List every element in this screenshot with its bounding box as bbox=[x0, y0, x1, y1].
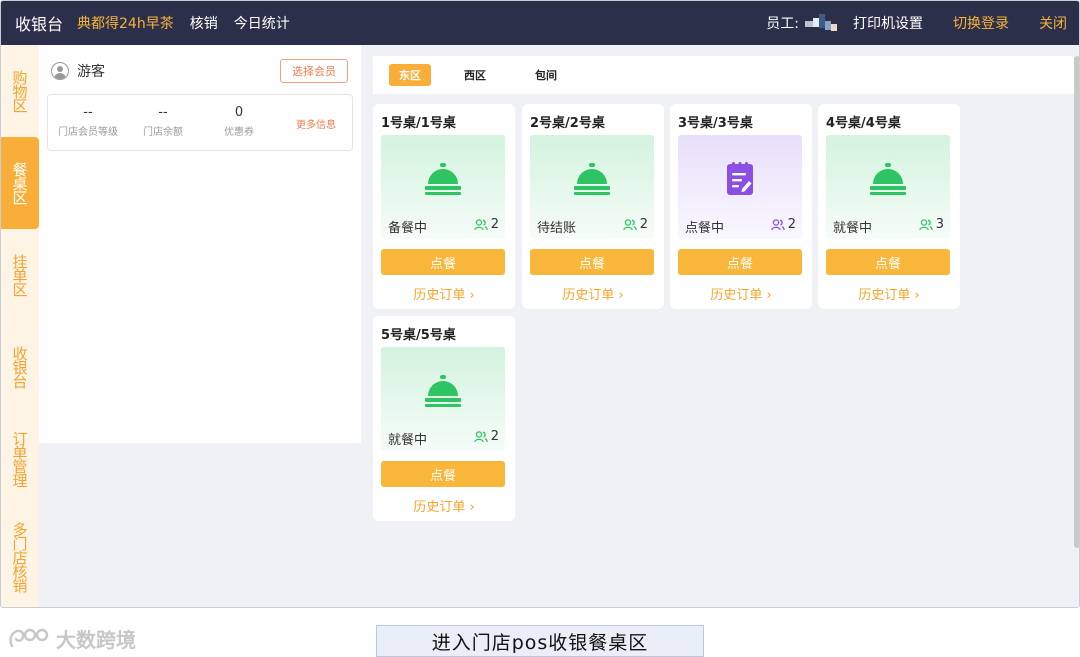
more-info-link[interactable]: 更多信息 bbox=[296, 116, 336, 131]
member-panel: 游客 选择会员 -- 门店会员等级 -- 门店余额 0 优惠券 更多信息 bbox=[39, 45, 361, 443]
order-button[interactable]: 点餐 bbox=[381, 249, 505, 275]
tab-east-area[interactable]: 东区 bbox=[389, 64, 431, 86]
stat-member-level: -- 门店会员等级 bbox=[53, 105, 123, 138]
pos-window: 收银台 典都得24h早茶 核销 今日统计 员工: 打印机设置 切换登录 关闭 购… bbox=[0, 0, 1080, 608]
food-cover-icon bbox=[574, 163, 610, 195]
sidebar-item-cashier[interactable]: 收银台 bbox=[1, 321, 39, 413]
table-title: 5号桌/5号桌 bbox=[381, 328, 456, 343]
area-tabs: 东区 西区 包间 bbox=[373, 56, 1079, 94]
sidebar-item-multi-store-verify[interactable]: 多门店核销 bbox=[1, 505, 39, 607]
history-orders-link[interactable]: 历史订单 › bbox=[670, 284, 812, 303]
people-count: 3 bbox=[918, 217, 944, 232]
stat-store-balance: -- 门店余额 bbox=[128, 105, 198, 138]
table-title: 3号桌/3号桌 bbox=[678, 116, 753, 131]
sidebar: 购物区 餐桌区 挂单区 收银台 订单管理 多门店核销 bbox=[1, 45, 39, 607]
table-status: 备餐中 bbox=[388, 221, 428, 236]
sidebar-item-hold-orders[interactable]: 挂单区 bbox=[1, 229, 39, 321]
guest-label: 游客 bbox=[77, 64, 105, 80]
table-status-box[interactable]: 备餐中 2 bbox=[381, 135, 505, 239]
watermark-text: 大数跨境 bbox=[56, 628, 136, 652]
history-orders-link[interactable]: 历史订单 › bbox=[522, 284, 664, 303]
people-count: 2 bbox=[622, 217, 648, 232]
stat-label: 门店余额 bbox=[143, 127, 183, 138]
staff-avatar bbox=[805, 14, 837, 32]
stat-value: 0 bbox=[234, 105, 244, 120]
table-card[interactable]: 5号桌/5号桌 就餐中 2 点餐 历史订单 › bbox=[373, 316, 515, 521]
stat-label: 优惠券 bbox=[224, 127, 254, 138]
people-count: 2 bbox=[473, 217, 499, 232]
people-icon bbox=[473, 218, 488, 230]
tab-private-room[interactable]: 包间 bbox=[531, 64, 561, 86]
table-status: 就餐中 bbox=[833, 221, 873, 236]
people-count: 2 bbox=[770, 217, 796, 232]
nav-today-stats[interactable]: 今日统计 bbox=[234, 13, 290, 33]
top-bar: 收银台 典都得24h早茶 核销 今日统计 员工: 打印机设置 切换登录 关闭 bbox=[1, 1, 1079, 45]
choose-member-button[interactable]: 选择会员 bbox=[280, 59, 348, 83]
member-header: 游客 bbox=[51, 61, 105, 81]
history-orders-link[interactable]: 历史订单 › bbox=[373, 284, 515, 303]
people-icon bbox=[918, 218, 933, 230]
people-count-value: 2 bbox=[787, 217, 796, 232]
staff-label: 员工: bbox=[766, 16, 799, 32]
nav-verify[interactable]: 核销 bbox=[190, 13, 218, 33]
people-icon bbox=[622, 218, 637, 230]
history-orders-link[interactable]: 历史订单 › bbox=[818, 284, 960, 303]
app-title: 收银台 bbox=[15, 15, 64, 34]
people-count-value: 3 bbox=[935, 217, 944, 232]
people-count-value: 2 bbox=[639, 217, 648, 232]
people-count-value: 2 bbox=[490, 429, 499, 444]
staff-info: 员工: bbox=[766, 13, 837, 33]
sidebar-item-shopping[interactable]: 购物区 bbox=[1, 45, 39, 137]
table-card[interactable]: 4号桌/4号桌 就餐中 3 点餐 历史订单 › bbox=[818, 104, 960, 309]
watermark-logo-icon bbox=[9, 628, 49, 647]
food-cover-icon bbox=[425, 163, 461, 195]
stat-value: -- bbox=[83, 105, 93, 120]
people-icon bbox=[770, 218, 785, 230]
table-title: 1号桌/1号桌 bbox=[381, 116, 456, 131]
table-status-box[interactable]: 就餐中 2 bbox=[381, 347, 505, 451]
sidebar-item-order-management[interactable]: 订单管理 bbox=[1, 413, 39, 505]
scrollbar[interactable] bbox=[1074, 56, 1079, 548]
user-avatar-icon bbox=[51, 62, 69, 80]
stat-coupons: 0 优惠券 bbox=[204, 105, 274, 138]
people-icon bbox=[473, 430, 488, 442]
table-card[interactable]: 2号桌/2号桌 待结账 2 点餐 历史订单 › bbox=[522, 104, 664, 309]
tab-west-area[interactable]: 西区 bbox=[460, 64, 490, 86]
stat-label: 门店会员等级 bbox=[58, 127, 118, 138]
order-button[interactable]: 点餐 bbox=[530, 249, 654, 275]
switch-login-button[interactable]: 切换登录 bbox=[953, 13, 1009, 33]
people-count: 2 bbox=[473, 429, 499, 444]
table-status-box[interactable]: 待结账 2 bbox=[530, 135, 654, 239]
table-title: 4号桌/4号桌 bbox=[826, 116, 901, 131]
table-status: 待结账 bbox=[537, 221, 577, 236]
table-status-box[interactable]: 就餐中 3 bbox=[826, 135, 950, 239]
table-status-box[interactable]: 点餐中 2 bbox=[678, 135, 802, 239]
order-note-icon bbox=[727, 162, 753, 195]
history-orders-link[interactable]: 历史订单 › bbox=[373, 496, 515, 515]
top-bar-right: 员工: 打印机设置 切换登录 关闭 bbox=[766, 1, 1079, 45]
food-cover-icon bbox=[425, 375, 461, 407]
watermark: 大数跨境 bbox=[8, 624, 136, 653]
order-button[interactable]: 点餐 bbox=[678, 249, 802, 275]
order-button[interactable]: 点餐 bbox=[826, 249, 950, 275]
food-cover-icon bbox=[870, 163, 906, 195]
table-card[interactable]: 1号桌/1号桌 备餐中 2 点餐 历史订单 › bbox=[373, 104, 515, 309]
table-status: 点餐中 bbox=[685, 221, 725, 236]
table-title: 2号桌/2号桌 bbox=[530, 116, 605, 131]
sidebar-item-tables[interactable]: 餐桌区 bbox=[1, 137, 39, 229]
people-count-value: 2 bbox=[490, 217, 499, 232]
member-stats: -- 门店会员等级 -- 门店余额 0 优惠券 更多信息 bbox=[47, 94, 353, 151]
printer-settings-button[interactable]: 打印机设置 bbox=[853, 13, 923, 33]
caption: 进入门店pos收银餐桌区 bbox=[376, 625, 704, 657]
table-status: 就餐中 bbox=[388, 433, 428, 448]
order-button[interactable]: 点餐 bbox=[381, 461, 505, 487]
table-card[interactable]: 3号桌/3号桌 点餐中 2 点餐 历史订单 › bbox=[670, 104, 812, 309]
close-button[interactable]: 关闭 bbox=[1039, 13, 1067, 33]
stat-value: -- bbox=[158, 105, 168, 120]
store-name[interactable]: 典都得24h早茶 bbox=[77, 13, 174, 33]
